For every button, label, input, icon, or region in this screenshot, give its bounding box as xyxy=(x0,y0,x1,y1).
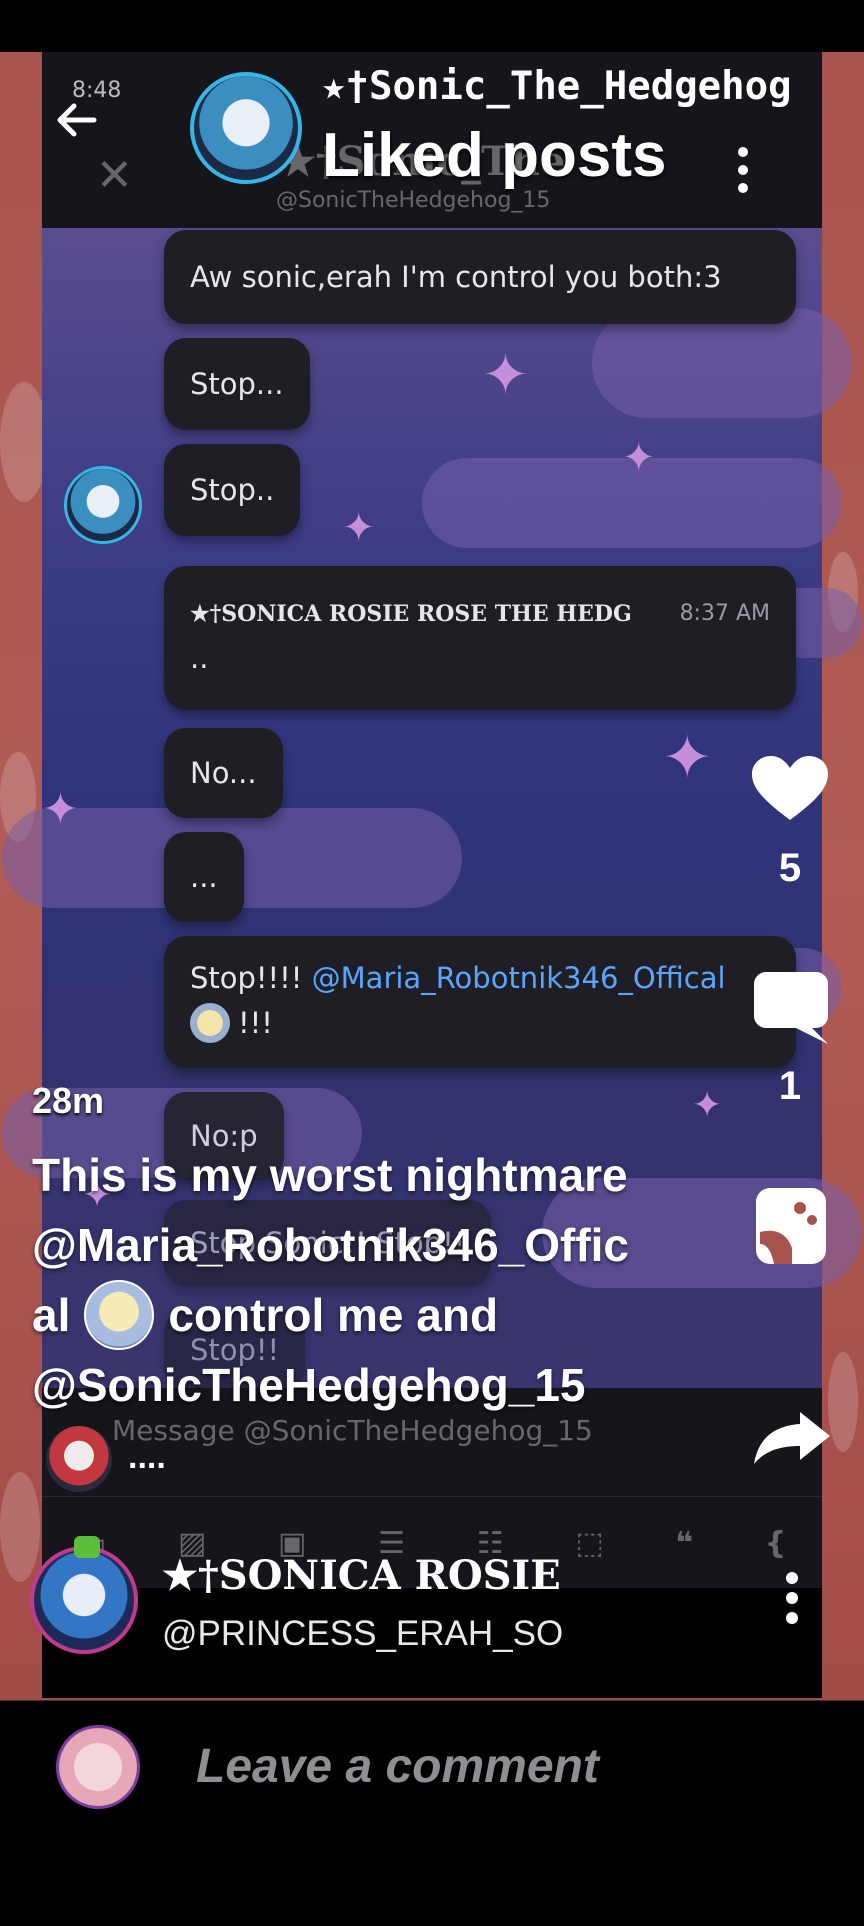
mention-avatar xyxy=(190,1003,230,1043)
chat-message-text: Stop... xyxy=(190,367,284,401)
author-more-icon[interactable] xyxy=(776,1568,808,1628)
bottom-spacer xyxy=(0,1831,864,1926)
chat-message-text: Stop!!!! xyxy=(190,961,312,995)
chat-message: Aw sonic,erah I'm control you both:3 xyxy=(164,230,796,324)
chat-message-text: No... xyxy=(190,756,257,790)
back-arrow-icon[interactable] xyxy=(52,96,100,144)
chat-message-text: Stop.. xyxy=(190,473,275,507)
comment-input[interactable]: Leave a comment xyxy=(196,1739,599,1794)
small-avatar xyxy=(46,1426,112,1492)
chat-message-text: Aw sonic,erah I'm control you both:3 xyxy=(190,260,722,294)
comment-count: 1 xyxy=(778,1064,802,1108)
chat-message: Stop... xyxy=(164,338,310,430)
share-arrow-icon[interactable] xyxy=(752,1410,832,1466)
author-badge-icon xyxy=(74,1536,100,1558)
chat-message: Stop.. xyxy=(164,444,301,536)
header-more-icon[interactable] xyxy=(728,140,758,200)
caption-more[interactable]: .... xyxy=(128,1438,166,1477)
caption-mention[interactable]: @SonicTheHedgehog_15 xyxy=(32,1350,692,1420)
page-title: Liked posts xyxy=(322,121,667,190)
chat-message: ... xyxy=(164,832,244,922)
user-avatar[interactable] xyxy=(56,1725,140,1809)
author-handle[interactable]: @PRINCESS_ERAH_SO xyxy=(162,1614,602,1654)
caption-line: This is my worst nightmare xyxy=(32,1149,628,1201)
inner-close-icon: ✕ xyxy=(96,150,133,201)
caption-mention-avatar xyxy=(84,1280,155,1350)
caption-mention[interactable]: @Maria_Robotnik346_Offic xyxy=(32,1210,692,1280)
chat-message: ★†SONICA ROSIE ROSE THE HEDG 8:37 AM .. xyxy=(164,566,796,710)
comment-bar[interactable]: Leave a comment xyxy=(0,1700,864,1832)
chat-message-text: .. xyxy=(190,641,209,675)
like-heart-icon[interactable] xyxy=(750,754,830,824)
chat-sender: ★†SONICA ROSIE ROSE THE HEDG xyxy=(190,601,632,627)
remix-icon[interactable] xyxy=(754,1186,828,1266)
chat-avatar[interactable] xyxy=(64,466,142,544)
chat-message-text: ... xyxy=(190,860,218,894)
caption-mention[interactable]: al xyxy=(32,1280,70,1350)
poster-name[interactable]: ★†Sonic_The_Hedgehog xyxy=(322,64,822,109)
poster-avatar[interactable] xyxy=(190,72,302,184)
chat-message: Stop!!!! @Maria_Robotnik346_Offical !!! xyxy=(164,936,796,1068)
toolbar-code-icon: { xyxy=(764,1525,787,1561)
post-age: 28m xyxy=(32,1080,105,1121)
chat-timestamp: 8:37 AM xyxy=(679,601,770,626)
like-count: 5 xyxy=(778,846,802,890)
caption-line: control me and xyxy=(168,1289,499,1341)
post-caption: This is my worst nightmare @Maria_Robotn… xyxy=(32,1140,692,1420)
comment-bubble-icon[interactable] xyxy=(752,970,830,1046)
chat-mention[interactable]: @Maria_Robotnik346_Offical xyxy=(312,961,726,995)
toolbar-quote-icon: ❝ xyxy=(675,1525,694,1561)
author-avatar[interactable] xyxy=(30,1546,138,1654)
inner-header-handle: @SonicTheHedgehog_15 xyxy=(276,188,551,213)
chat-message-text: !!! xyxy=(238,1006,273,1040)
chat-message: No... xyxy=(164,728,283,818)
author-name[interactable]: ★†SONICA ROSIE xyxy=(162,1552,602,1599)
